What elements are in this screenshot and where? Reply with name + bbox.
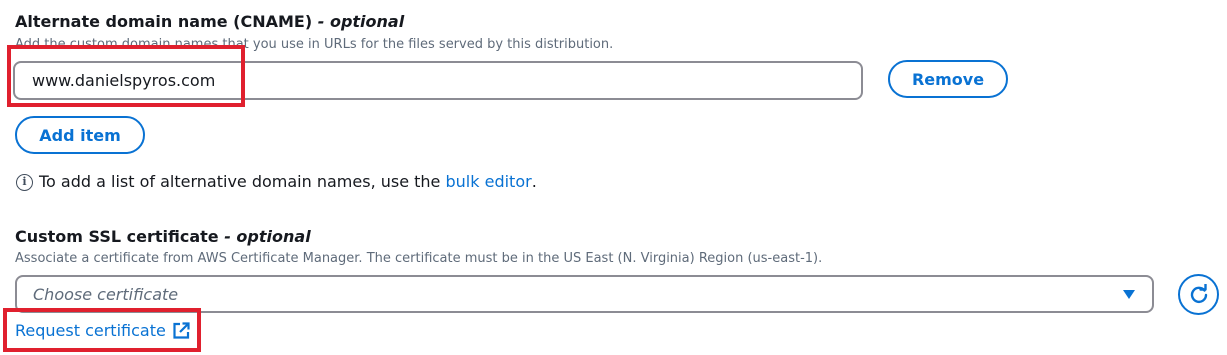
ssl-label: Custom SSL certificate - optional [15, 227, 311, 247]
bulk-editor-link[interactable]: bulk editor [446, 172, 532, 192]
bulk-editor-info: i To add a list of alternative domain na… [16, 172, 537, 192]
cname-label-text: Alternate domain name (CNAME) [15, 12, 313, 31]
ssl-optional-text: - optional [224, 227, 311, 246]
info-suffix: . [531, 172, 537, 191]
request-certificate-highlight-box [3, 308, 201, 352]
refresh-icon [1190, 283, 1207, 303]
refresh-button[interactable] [1178, 274, 1219, 315]
info-icon: i [16, 173, 33, 191]
add-item-button-label: Add item [39, 125, 121, 145]
caret-down-icon [1123, 290, 1135, 299]
ssl-description: Associate a certificate from AWS Certifi… [15, 251, 823, 266]
ssl-label-text: Custom SSL certificate [15, 227, 219, 246]
remove-button-label: Remove [911, 69, 985, 89]
info-text: To add a list of alternative domain name… [39, 172, 441, 191]
remove-button[interactable]: Remove [888, 60, 1008, 98]
add-item-button[interactable]: Add item [15, 116, 145, 154]
cname-label: Alternate domain name (CNAME) - optional [15, 12, 404, 32]
certificate-select-placeholder: Choose certificate [33, 284, 179, 304]
cname-highlight-box [7, 45, 245, 107]
cname-optional-text: - optional [317, 12, 405, 31]
